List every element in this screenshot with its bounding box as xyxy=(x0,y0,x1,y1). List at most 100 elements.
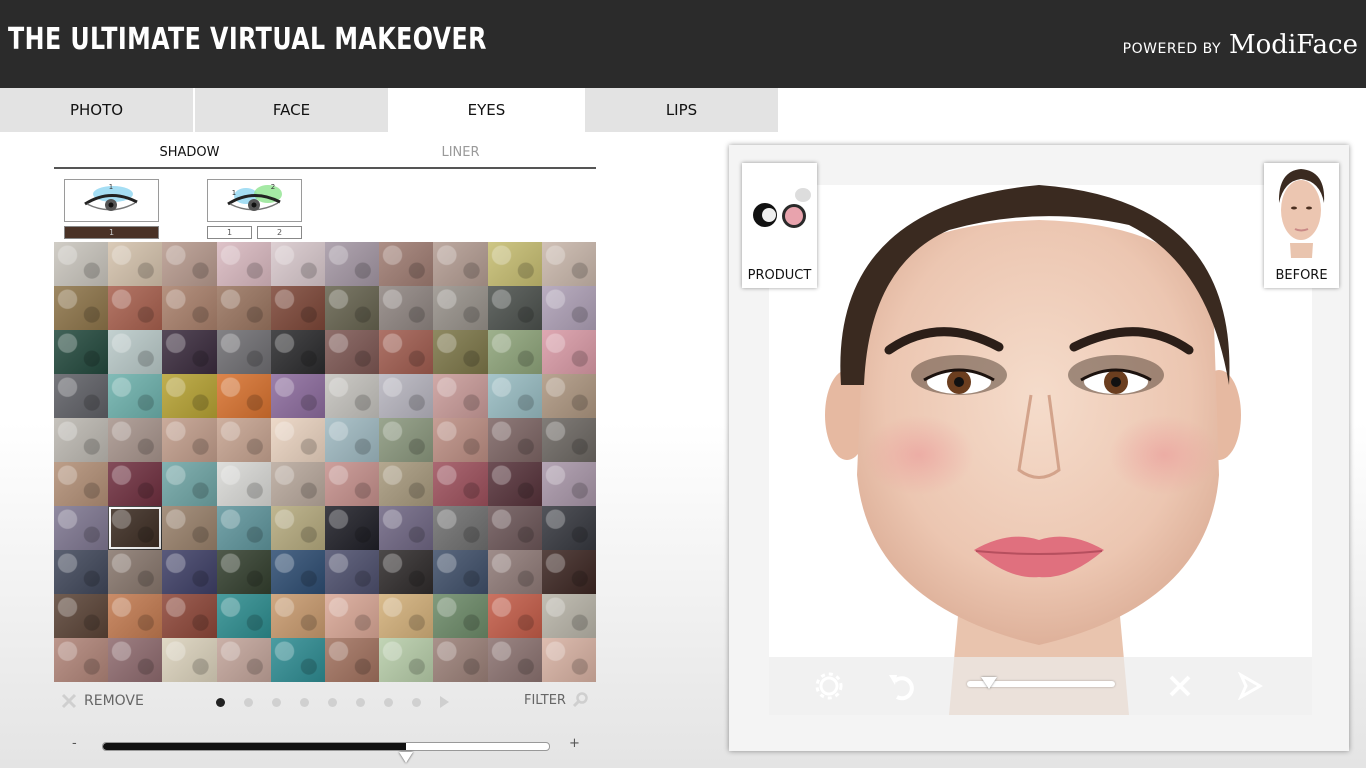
eyeshadow-swatch[interactable] xyxy=(433,286,488,330)
eyeshadow-swatch[interactable] xyxy=(433,418,488,462)
subtab-shadow[interactable]: SHADOW xyxy=(54,137,325,167)
eyeshadow-swatch[interactable] xyxy=(487,418,542,462)
eyeshadow-swatch[interactable] xyxy=(216,550,271,594)
tab-face[interactable]: FACE xyxy=(195,88,388,132)
eyeshadow-swatch[interactable] xyxy=(325,242,380,286)
eyeshadow-swatch[interactable] xyxy=(216,638,271,682)
eyeshadow-swatch[interactable] xyxy=(108,418,163,462)
eyeshadow-swatch[interactable] xyxy=(379,550,434,594)
tab-eyes[interactable]: EYES xyxy=(390,88,583,132)
page-dot[interactable] xyxy=(328,697,337,707)
subtab-liner[interactable]: LINER xyxy=(325,137,596,167)
eyeshadow-swatch[interactable] xyxy=(433,374,488,418)
eyeshadow-swatch[interactable] xyxy=(541,418,596,462)
eyeshadow-swatch[interactable] xyxy=(270,506,325,550)
eyeshadow-swatch[interactable] xyxy=(270,374,325,418)
eyeshadow-swatch[interactable] xyxy=(54,506,109,550)
eyeshadow-swatch[interactable] xyxy=(541,638,596,682)
shadow-style-double[interactable]: 1 2 xyxy=(207,179,302,222)
eyeshadow-swatch[interactable] xyxy=(162,242,217,286)
eyeshadow-swatch[interactable] xyxy=(270,462,325,506)
page-dot[interactable] xyxy=(244,697,253,707)
eyeshadow-swatch[interactable] xyxy=(325,506,380,550)
intensity-handle[interactable] xyxy=(399,752,414,763)
eyeshadow-swatch[interactable] xyxy=(108,242,163,286)
eyeshadow-swatch[interactable] xyxy=(162,506,217,550)
page-dot[interactable] xyxy=(300,697,309,707)
eyeshadow-swatch[interactable] xyxy=(487,242,542,286)
eyeshadow-swatch[interactable] xyxy=(433,506,488,550)
eyeshadow-swatch[interactable] xyxy=(162,638,217,682)
filter-button[interactable]: FILTER xyxy=(524,692,588,708)
next-page-icon[interactable] xyxy=(440,696,449,708)
eyeshadow-swatch[interactable] xyxy=(379,594,434,638)
eyeshadow-swatch[interactable] xyxy=(433,462,488,506)
eyeshadow-swatch[interactable] xyxy=(216,286,271,330)
eyeshadow-swatch[interactable] xyxy=(54,638,109,682)
eyeshadow-swatch[interactable] xyxy=(487,594,542,638)
eyeshadow-swatch[interactable] xyxy=(433,242,488,286)
undo-button[interactable] xyxy=(887,671,917,701)
reset-button[interactable] xyxy=(1165,671,1195,701)
before-button[interactable]: BEFORE xyxy=(1264,163,1339,288)
eyeshadow-swatch[interactable] xyxy=(270,550,325,594)
eyeshadow-swatch[interactable] xyxy=(379,418,434,462)
eyeshadow-swatch[interactable] xyxy=(379,286,434,330)
eyeshadow-swatch[interactable] xyxy=(541,506,596,550)
eyeshadow-swatch[interactable] xyxy=(433,594,488,638)
eyeshadow-swatch[interactable] xyxy=(379,462,434,506)
page-dot[interactable] xyxy=(384,697,393,707)
eyeshadow-swatch[interactable] xyxy=(108,462,163,506)
page-dot[interactable] xyxy=(356,697,365,707)
eyeshadow-swatch[interactable] xyxy=(270,418,325,462)
eyeshadow-swatch[interactable] xyxy=(54,550,109,594)
eyeshadow-swatch[interactable] xyxy=(54,286,109,330)
eyeshadow-swatch[interactable] xyxy=(270,638,325,682)
eyeshadow-swatch[interactable] xyxy=(162,330,217,374)
eyeshadow-swatch[interactable] xyxy=(108,330,163,374)
eyeshadow-swatch[interactable] xyxy=(541,374,596,418)
eyeshadow-swatch[interactable] xyxy=(541,594,596,638)
eyeshadow-swatch[interactable] xyxy=(487,462,542,506)
eyeshadow-swatch[interactable] xyxy=(487,638,542,682)
eyeshadow-swatch[interactable] xyxy=(487,550,542,594)
eyeshadow-swatch[interactable] xyxy=(541,550,596,594)
eyeshadow-swatch[interactable] xyxy=(325,374,380,418)
eyeshadow-swatch[interactable] xyxy=(216,594,271,638)
eyeshadow-swatch[interactable] xyxy=(325,462,380,506)
eyeshadow-swatch[interactable] xyxy=(325,418,380,462)
eyeshadow-swatch[interactable] xyxy=(487,330,542,374)
eyeshadow-swatch[interactable] xyxy=(325,286,380,330)
tab-lips[interactable]: LIPS xyxy=(585,88,778,132)
eyeshadow-swatch[interactable] xyxy=(270,594,325,638)
eyeshadow-swatch[interactable] xyxy=(108,286,163,330)
eyeshadow-swatch[interactable] xyxy=(541,330,596,374)
eyeshadow-swatch[interactable] xyxy=(216,506,271,550)
eyeshadow-swatch[interactable] xyxy=(541,462,596,506)
eyeshadow-swatch[interactable] xyxy=(541,242,596,286)
eyeshadow-swatch[interactable] xyxy=(325,594,380,638)
eyeshadow-swatch[interactable] xyxy=(270,286,325,330)
eyeshadow-swatch[interactable] xyxy=(325,550,380,594)
shadow-style-single[interactable]: 1 xyxy=(64,179,159,222)
intensity-track[interactable] xyxy=(102,742,550,763)
remove-button[interactable]: REMOVE xyxy=(60,692,144,710)
eyeshadow-swatch[interactable] xyxy=(433,550,488,594)
eyeshadow-swatch[interactable] xyxy=(379,638,434,682)
eyeshadow-swatch[interactable] xyxy=(54,374,109,418)
shadow-slot-1[interactable]: 1 xyxy=(64,226,159,239)
eyeshadow-swatch[interactable] xyxy=(54,594,109,638)
eyeshadow-swatch[interactable] xyxy=(216,418,271,462)
eyeshadow-swatch[interactable] xyxy=(108,550,163,594)
eyeshadow-swatch[interactable] xyxy=(433,330,488,374)
product-button[interactable]: PRODUCT xyxy=(742,163,817,288)
eyeshadow-swatch[interactable] xyxy=(379,374,434,418)
eyeshadow-swatch[interactable] xyxy=(325,638,380,682)
eyeshadow-swatch[interactable] xyxy=(541,286,596,330)
eyeshadow-swatch[interactable] xyxy=(325,330,380,374)
shadow-slot-1[interactable]: 1 xyxy=(207,226,252,239)
eyeshadow-swatch[interactable] xyxy=(162,550,217,594)
intensity-increase[interactable]: + xyxy=(569,736,580,751)
eyeshadow-swatch[interactable] xyxy=(487,506,542,550)
share-button[interactable] xyxy=(1235,671,1265,701)
